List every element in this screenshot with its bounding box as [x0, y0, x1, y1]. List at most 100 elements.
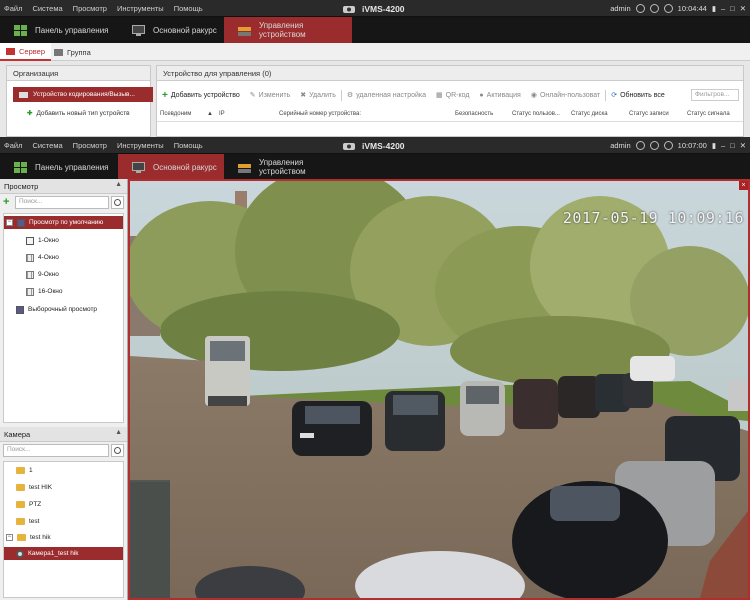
cpu-icon: [663, 4, 673, 13]
minimize-icon[interactable]: –: [721, 4, 725, 13]
lock-screen-icon[interactable]: ▮: [712, 141, 716, 150]
col-alias[interactable]: Псевдоним: [160, 111, 191, 117]
col-serial[interactable]: Серийный номер устройства:: [279, 111, 361, 117]
camera-tree: 1 test HIK PTZ test − test hik Камера1_t…: [3, 461, 124, 598]
collapse-icon[interactable]: ▲: [115, 429, 122, 436]
maximize-icon[interactable]: □: [730, 4, 735, 13]
button-label: Обновить все: [620, 91, 665, 99]
user-label: admin: [610, 4, 631, 13]
add-view-icon[interactable]: +: [3, 196, 13, 209]
tree-folder-ptz[interactable]: PTZ: [16, 498, 41, 511]
close-window-icon[interactable]: ×: [739, 181, 748, 190]
folder-icon: [16, 484, 25, 491]
tab-device-management[interactable]: Управления устройством: [224, 17, 352, 43]
menu-tools[interactable]: Инструменты: [117, 4, 164, 13]
collapse-node-icon[interactable]: −: [6, 534, 13, 541]
tree-label: test: [29, 518, 40, 525]
tree-label: Просмотр по умолчанию: [29, 219, 104, 226]
view-search-input[interactable]: Поиск...: [15, 196, 109, 209]
tab-device-management[interactable]: Управления устройством: [224, 154, 352, 180]
lock-screen-icon[interactable]: ▮: [712, 4, 716, 13]
cpu-icon: [663, 141, 673, 150]
col-security[interactable]: Безопасность: [455, 111, 493, 117]
tree-layout-1[interactable]: 1-Окно: [26, 234, 59, 247]
refresh-all-button[interactable]: ⟳ Обновить все: [606, 91, 670, 100]
car-dark: [385, 391, 445, 451]
close-icon[interactable]: ✕: [740, 4, 746, 13]
tree-label: 16-Окно: [38, 288, 63, 295]
tree-layout-9[interactable]: 9-Окно: [26, 268, 59, 281]
tree-camera-selected[interactable]: Камера1_test hik: [4, 547, 123, 560]
subtab-server[interactable]: Сервер: [0, 43, 52, 61]
maximize-icon[interactable]: □: [730, 141, 735, 150]
sort-up-icon[interactable]: ▲: [207, 111, 213, 117]
front-menubar: Файл Система Просмотр Инструменты Помощь…: [0, 137, 750, 154]
menu-view[interactable]: Просмотр: [73, 4, 107, 13]
subtab-group[interactable]: Группа: [48, 43, 97, 61]
menu-help[interactable]: Помощь: [174, 141, 203, 150]
pin-icon: ●: [479, 91, 484, 99]
online-users-button[interactable]: ◉ Онлайн-пользоват: [526, 91, 605, 100]
collapse-node-icon[interactable]: −: [6, 219, 13, 226]
menu-file[interactable]: Файл: [4, 4, 22, 13]
video-timestamp: 2017-05-19 10:09:16: [562, 209, 744, 227]
filter-input[interactable]: Фильтров...: [691, 89, 739, 101]
delete-button[interactable]: ✖ Удалить: [295, 91, 341, 100]
tree-layout-16[interactable]: 16-Окно: [26, 285, 63, 298]
refresh-icon: ⟳: [611, 92, 618, 99]
search-icon[interactable]: [111, 196, 124, 209]
activation-button[interactable]: ● Активация: [474, 92, 525, 99]
camera-search-input[interactable]: Поиск...: [3, 444, 109, 457]
collapse-icon[interactable]: ▲: [115, 181, 122, 188]
org-item-encoding-devices[interactable]: Устройство кодирования/Вызыв...: [13, 87, 153, 102]
tab-main-view[interactable]: Основной ракурс: [118, 154, 224, 180]
menu-help[interactable]: Помощь: [174, 4, 203, 13]
view-section-header[interactable]: Просмотр ▲: [0, 179, 127, 194]
tab-control-panel[interactable]: Панель управления: [0, 17, 118, 43]
car-black: [292, 401, 372, 456]
globe-icon: [649, 141, 659, 150]
folder-icon: [16, 501, 25, 508]
remote-config-button[interactable]: ⚙ удаленная настройка: [342, 91, 431, 100]
menu-system[interactable]: Система: [32, 4, 62, 13]
camera-scene-image: [130, 181, 748, 598]
close-icon[interactable]: ✕: [740, 141, 746, 150]
grid-tiles-icon: [14, 161, 27, 173]
tree-custom-view[interactable]: Выборочный просмотр: [16, 303, 97, 316]
menu-file[interactable]: Файл: [4, 141, 22, 150]
col-disk-status[interactable]: Статус диска: [571, 111, 608, 117]
add-device-type-link[interactable]: ✚ Добавить новый тип устройств: [27, 109, 130, 118]
plus-icon: ✚: [27, 110, 33, 117]
col-signal-status[interactable]: Статус сигнала: [687, 111, 730, 117]
col-record-status[interactable]: Статус записи: [629, 111, 669, 117]
camera-logo-icon: [343, 5, 355, 13]
tree-default-view[interactable]: − Просмотр по умолчанию: [4, 216, 123, 229]
lock-icon[interactable]: [635, 141, 645, 150]
tree-folder-test-hik[interactable]: test HIK: [16, 481, 52, 494]
tab-main-view[interactable]: Основной ракурс: [118, 17, 224, 43]
lock-icon[interactable]: [635, 4, 645, 13]
back-subtabs: Сервер Группа: [0, 43, 750, 61]
video-pane[interactable]: 2017-05-19 10:09:16 ×: [128, 179, 750, 600]
add-device-type-label: Добавить новый тип устройств: [36, 109, 130, 117]
tree-folder-test[interactable]: test: [16, 515, 39, 528]
tree-folder-expanded[interactable]: − test hik: [6, 531, 51, 544]
add-device-button[interactable]: + Добавить устройство: [157, 90, 245, 101]
tree-label: 1: [29, 467, 33, 474]
col-user-status[interactable]: Статус пользов...: [512, 111, 560, 117]
menu-tools[interactable]: Инструменты: [117, 141, 164, 150]
tab-control-panel[interactable]: Панель управления: [0, 154, 118, 180]
edit-button[interactable]: ✎ Изменить: [245, 91, 295, 100]
camera-section-header[interactable]: Камера ▲: [0, 427, 127, 442]
qr-code-button[interactable]: ▦ QR-код: [431, 91, 474, 100]
col-ip[interactable]: IP: [219, 111, 225, 117]
search-icon[interactable]: [111, 444, 124, 457]
menu-system[interactable]: Система: [32, 141, 62, 150]
tree-folder-1[interactable]: 1: [16, 464, 33, 477]
org-item-label: Устройство кодирования/Вызыв...: [33, 91, 135, 98]
minimize-icon[interactable]: –: [721, 141, 725, 150]
tab-label: Управления устройством: [258, 21, 306, 39]
tree-layout-4[interactable]: 4-Окно: [26, 251, 59, 264]
user-icon: ◉: [530, 92, 537, 99]
menu-view[interactable]: Просмотр: [73, 141, 107, 150]
